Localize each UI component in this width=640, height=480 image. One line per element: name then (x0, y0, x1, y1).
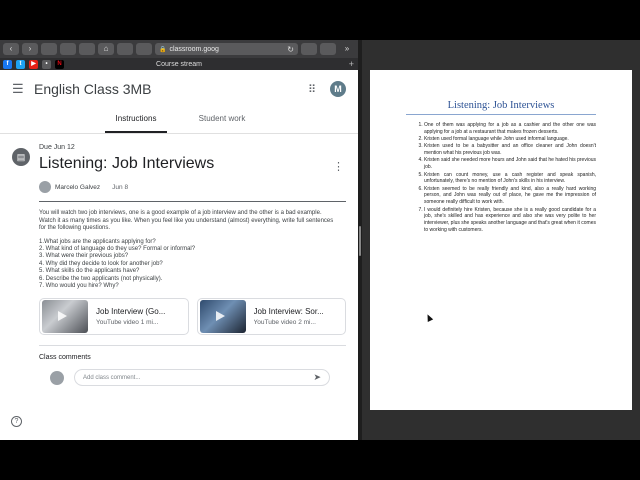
comment-row: Add class comment... ➤ (50, 369, 346, 387)
question-item: 5. What skills do the applicants have? (39, 268, 140, 275)
divider (39, 345, 346, 347)
answer-item: Kristen seemed to be really friendly and… (424, 186, 596, 206)
comment-placeholder: Add class comment... (83, 374, 141, 381)
new-tab-button[interactable]: + (349, 58, 354, 70)
privacy-icon[interactable] (136, 43, 152, 55)
apps-grid-icon[interactable]: ⠿ (308, 83, 316, 96)
menu-icon[interactable]: ☰ (12, 81, 26, 97)
extension-icon[interactable] (79, 43, 95, 55)
video-thumbnail (42, 300, 88, 334)
browser-toolbar: ‹ › ⌂ 🔒 classroom.goog ↻ » (0, 40, 358, 58)
play-icon (215, 311, 225, 322)
reload-icon[interactable]: ↻ (287, 45, 294, 54)
video-type: YouTube video (253, 319, 297, 327)
browser-window: ‹ › ⌂ 🔒 classroom.goog ↻ » f t ▶ • N Cou… (0, 40, 358, 440)
lock-icon: 🔒 (159, 46, 167, 53)
back-button[interactable]: ‹ (3, 43, 19, 55)
classroom-page: ☰ English Class 3MB ⠿ M Instructions Stu… (0, 70, 358, 440)
more-options-icon[interactable]: ⋮ (333, 160, 344, 173)
course-title[interactable]: English Class 3MB (34, 81, 152, 97)
post-date: Jun 8 (112, 183, 129, 191)
video-meta: Job Interview (Go... YouTube video 1 mi.… (96, 307, 165, 326)
due-date: Due Jun 12 (39, 144, 75, 151)
screen: ‹ › ⌂ 🔒 classroom.goog ↻ » f t ▶ • N Cou… (0, 0, 640, 480)
author-name: Marcelo Galvez (55, 183, 101, 191)
video-type: YouTube video (96, 319, 139, 327)
help-icon[interactable]: ? (11, 416, 22, 427)
shield-icon[interactable] (60, 43, 76, 55)
question-item: 6. Describe the two applicants (not phys… (39, 275, 163, 282)
author-row: Marcelo Galvez Jun 8 (39, 181, 346, 193)
commenter-avatar (50, 370, 64, 385)
question-item: 1.What jobs are the applicants applying … (39, 238, 156, 245)
assignment-icon: ▤ (12, 148, 30, 166)
document-content: Listening: Job Interviews One of them wa… (370, 70, 632, 410)
video-subtitle: YouTube video 2 mi... (254, 319, 324, 326)
split-handle[interactable] (359, 226, 361, 256)
question-item: 7. Who would you hire? Why? (39, 282, 119, 289)
attachments: Job Interview (Go... YouTube video 1 mi.… (39, 298, 346, 336)
video-duration: 1 mi... (140, 319, 159, 327)
answer-item: I would definitely hire Kristen, because… (424, 207, 596, 234)
home-button[interactable]: ⌂ (98, 43, 114, 55)
address-bar[interactable]: 🔒 classroom.goog ↻ (155, 43, 298, 55)
answer-item: Kristen used to be a babysitter and an o… (424, 143, 596, 157)
video-subtitle: YouTube video 1 mi... (96, 319, 165, 326)
url-text: classroom.goog (169, 45, 219, 53)
video-thumbnail (199, 300, 246, 334)
title-rule (406, 114, 596, 115)
bookmark-icon[interactable]: • (42, 59, 51, 69)
video-attachment-2[interactable]: Job Interview: Sor... YouTube video 2 mi… (196, 298, 346, 336)
netflix-icon[interactable]: N (55, 59, 64, 69)
assignment-title: Listening: Job Interviews (39, 155, 215, 172)
class-comments-label: Class comments (39, 354, 91, 362)
answer-item: Kristen used formal language while John … (424, 136, 596, 143)
bookmarks-bar: f t ▶ • N Course stream + (0, 58, 358, 70)
play-icon (58, 311, 67, 322)
classroom-header: ☰ English Class 3MB ⠿ M (0, 70, 358, 108)
assignment-tabs: Instructions Student work (0, 108, 358, 134)
question-item: 2. What kind of language do they use? Fo… (39, 245, 196, 252)
assignment-description: You will watch two job interviews, one i… (39, 210, 334, 231)
grid-icon[interactable] (117, 43, 133, 55)
share-icon[interactable] (320, 43, 336, 55)
answer-list: One of them was applying for a job as a … (414, 122, 596, 234)
answer-item: One of them was applying for a job as a … (424, 122, 596, 136)
video-title: Job Interview: Sor... (253, 307, 324, 317)
tabs-overflow-button[interactable]: » (339, 43, 355, 55)
facebook-icon[interactable]: f (3, 59, 12, 69)
tab-title: Course stream (156, 60, 202, 68)
author-avatar (39, 181, 51, 193)
video-meta: Job Interview: Sor... YouTube video 2 mi… (254, 307, 324, 326)
video-duration: 2 mi... (298, 319, 316, 327)
sidebar-icon[interactable] (41, 43, 57, 55)
video-title: Job Interview (Go... (96, 307, 166, 317)
question-item: 3. What were their previous jobs? (39, 253, 129, 260)
answer-item: Kristen can count money, use a cash regi… (424, 172, 596, 186)
document-title: Listening: Job Interviews (447, 100, 555, 111)
assignment-section: ▤ Due Jun 12 Listening: Job Interviews ⋮… (0, 134, 358, 387)
account-avatar[interactable]: M (330, 81, 346, 97)
download-icon[interactable] (301, 43, 317, 55)
forward-button[interactable]: › (22, 43, 38, 55)
tab-instructions[interactable]: Instructions (105, 108, 167, 133)
class-comment-input[interactable]: Add class comment... ➤ (74, 369, 330, 387)
twitter-icon[interactable]: t (16, 59, 25, 69)
youtube-icon[interactable]: ▶ (29, 59, 38, 69)
video-attachment-1[interactable]: Job Interview (Go... YouTube video 1 mi.… (39, 298, 189, 336)
answer-item: Kristen said she needed more hours and J… (424, 157, 596, 171)
question-list: 1.What jobs are the applicants applying … (39, 239, 339, 291)
send-icon[interactable]: ➤ (313, 372, 321, 383)
tab-student-work[interactable]: Student work (191, 108, 253, 133)
question-item: 4. Why did they decide to look for anoth… (39, 260, 163, 267)
divider (39, 201, 346, 202)
